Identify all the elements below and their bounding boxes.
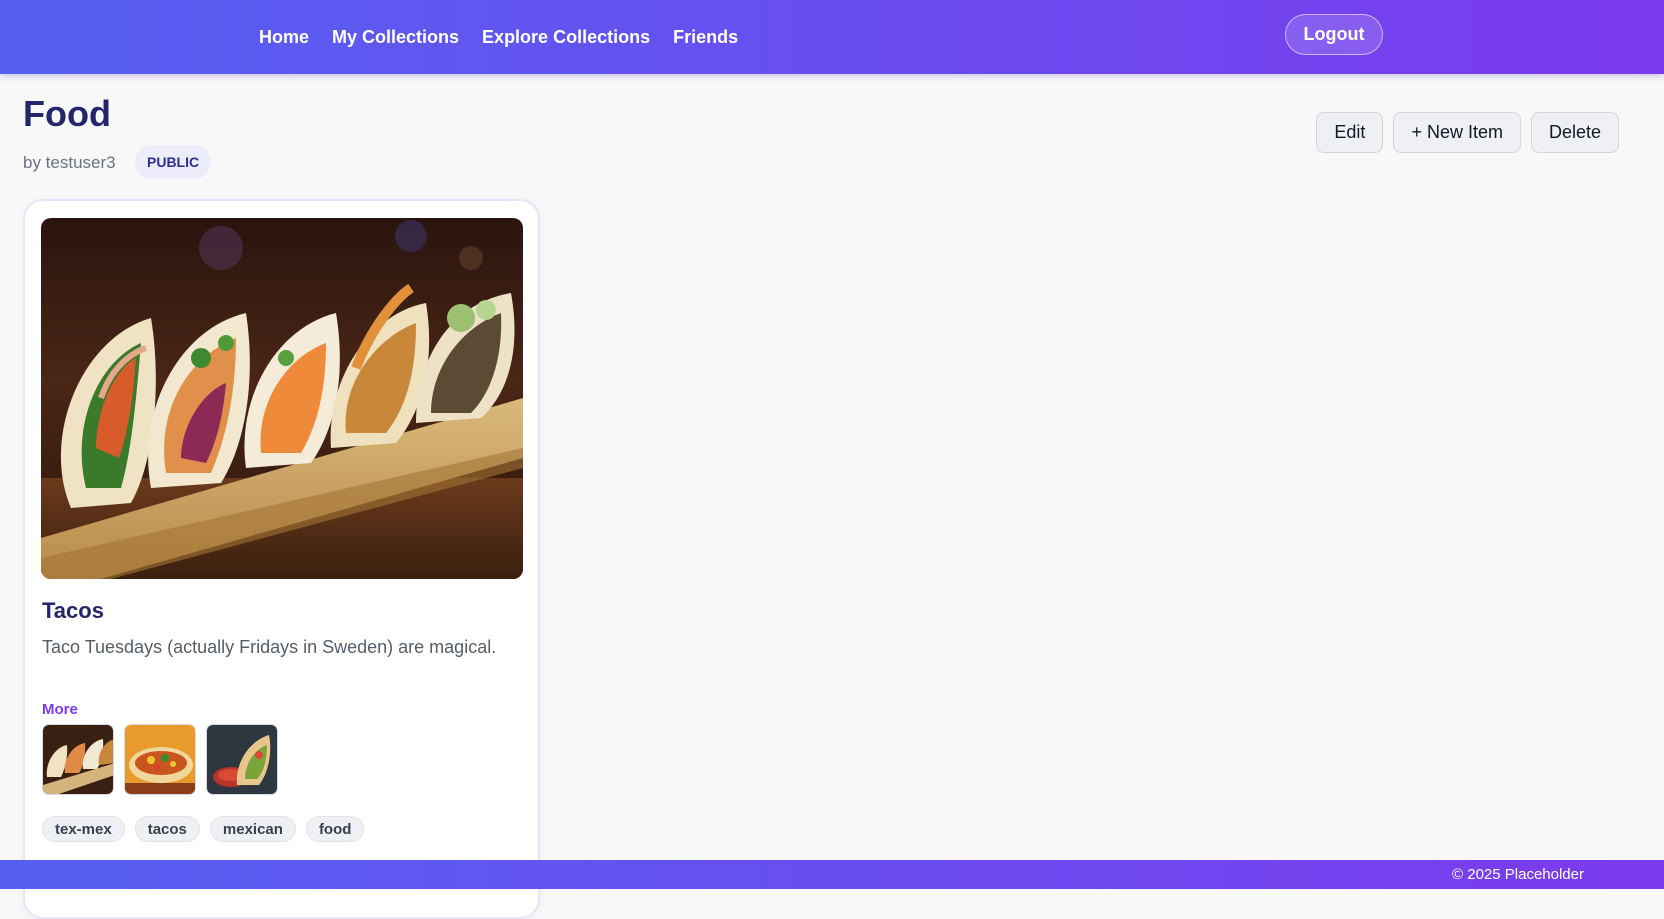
main-nav: Home My Collections Explore Collections …	[259, 0, 738, 74]
thumbnail-image[interactable]	[206, 724, 278, 795]
logout-button[interactable]: Logout	[1285, 14, 1383, 55]
more-images-label: More	[42, 701, 78, 718]
nav-link-friends[interactable]: Friends	[673, 27, 738, 48]
nav-link-my-collections[interactable]: My Collections	[332, 27, 459, 48]
delete-button[interactable]: Delete	[1530, 112, 1619, 153]
item-main-image	[41, 218, 523, 579]
tag-chip[interactable]: tacos	[134, 816, 200, 842]
tag-chip[interactable]: food	[305, 816, 365, 842]
page-title: Food	[23, 93, 111, 134]
collection-actions: Edit + New Item Delete	[1316, 112, 1619, 153]
thumbnail-gallery	[42, 724, 278, 795]
footer: © 2025 Placeholder	[0, 860, 1664, 889]
nav-link-home[interactable]: Home	[259, 27, 309, 48]
item-card: Tacos Taco Tuesdays (actually Fridays in…	[23, 199, 540, 919]
tag-chip[interactable]: tex-mex	[42, 816, 125, 842]
tag-list: tex-mex tacos mexican food	[42, 816, 365, 842]
item-title: Tacos	[42, 598, 104, 623]
item-description: Taco Tuesdays (actually Fridays in Swede…	[42, 637, 497, 657]
edit-button[interactable]: Edit	[1316, 112, 1384, 153]
tag-chip[interactable]: mexican	[209, 816, 296, 842]
thumbnail-image[interactable]	[124, 724, 196, 795]
copyright-text: © 2025 Placeholder	[1452, 866, 1584, 883]
top-nav-bar: Home My Collections Explore Collections …	[0, 0, 1664, 74]
visibility-badge: PUBLIC	[135, 145, 212, 179]
collection-owner: by testuser3	[23, 153, 116, 172]
nav-link-explore-collections[interactable]: Explore Collections	[482, 27, 650, 48]
new-item-button[interactable]: + New Item	[1393, 112, 1521, 153]
thumbnail-image[interactable]	[42, 724, 114, 795]
